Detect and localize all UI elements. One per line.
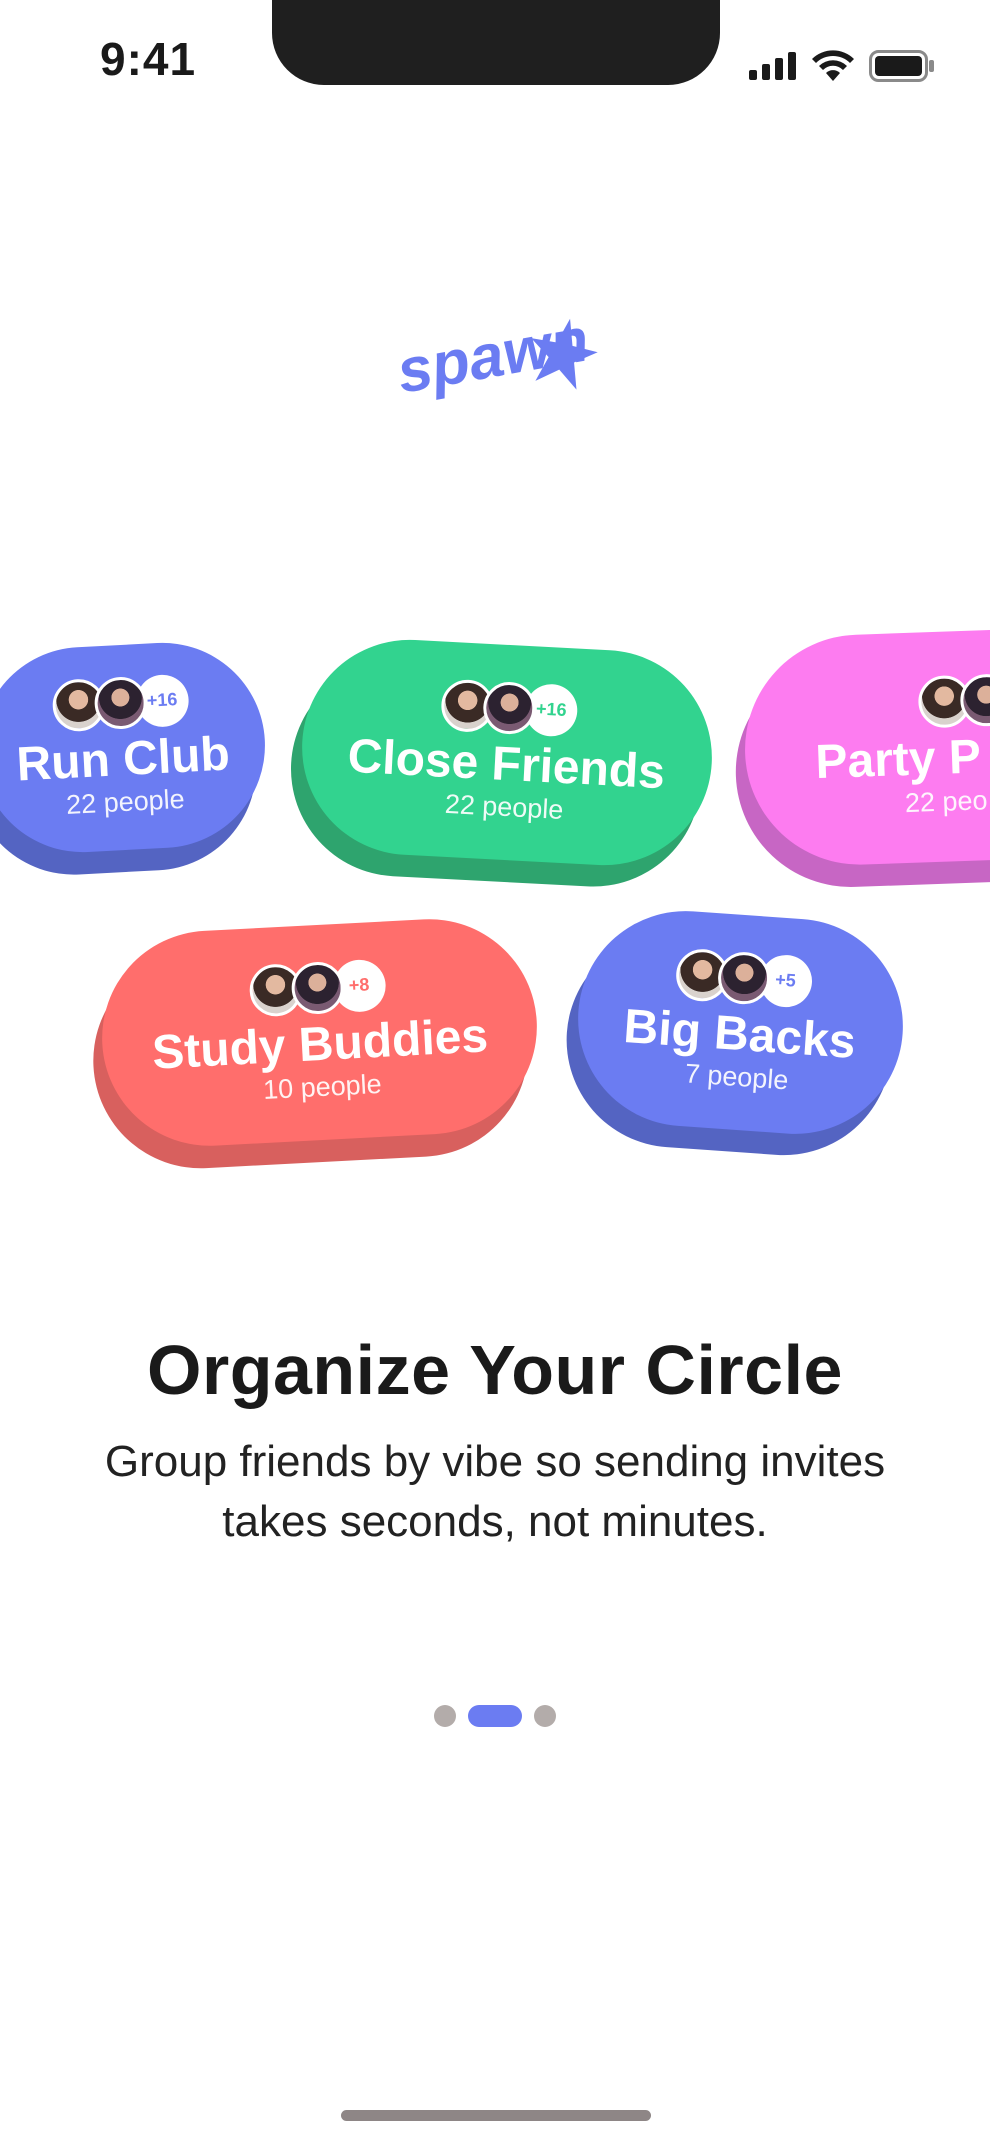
avatar-stack: +5	[673, 947, 814, 1009]
page-dot-3[interactable]	[534, 1705, 556, 1727]
group-pill-study-buddies[interactable]: +8 Study Buddies 10 people	[87, 913, 543, 1174]
device-notch	[272, 0, 720, 85]
avatar	[959, 673, 990, 728]
wifi-icon	[812, 50, 854, 81]
avatar	[289, 960, 345, 1016]
group-name: Run Club	[15, 727, 231, 792]
pill-face: +16 Close Friends 22 people	[296, 634, 718, 871]
page-dot-1[interactable]	[434, 1705, 456, 1727]
avatar	[482, 680, 537, 736]
group-pill-party[interactable]: Party P 22 peo	[731, 625, 990, 891]
cellular-signal-icon	[749, 52, 796, 80]
avatar	[715, 950, 772, 1006]
group-member-count: 22 peo	[904, 784, 988, 818]
group-pill-close-friends[interactable]: +16 Close Friends 22 people	[285, 634, 718, 893]
home-indicator[interactable]	[341, 2110, 651, 2121]
spawn-logo: spawn	[392, 300, 600, 407]
status-icons	[749, 50, 935, 82]
group-member-count: 10 people	[262, 1069, 383, 1106]
onboarding-subtitle: Group friends by vibe so sending invites…	[104, 1437, 886, 1546]
avatar-stack: +8	[247, 958, 387, 1018]
status-time: 9:41	[100, 33, 197, 85]
group-name: Party P	[814, 730, 982, 790]
group-name: Close Friends	[346, 729, 667, 800]
battery-icon	[869, 50, 934, 82]
group-pill-big-backs[interactable]: +5 Big Backs 7 people	[559, 903, 911, 1163]
pill-face: +5 Big Backs 7 people	[570, 903, 911, 1142]
group-member-count: 7 people	[683, 1058, 790, 1096]
avatar-stack	[917, 673, 990, 729]
status-bar: 9:41	[0, 0, 990, 120]
group-name: Big Backs	[622, 999, 858, 1069]
group-member-count: 22 people	[65, 784, 186, 821]
onboarding-screen: 9:41 spawn +16 Run Club 22 people +16 Cl…	[0, 0, 990, 2140]
page-indicator	[0, 1705, 990, 1727]
onboarding-title: Organize Your Circle	[147, 1331, 843, 1409]
avatar-stack: +16	[440, 678, 579, 738]
pill-face: +8 Study Buddies 10 people	[96, 913, 543, 1152]
avatar-stack: +16	[50, 673, 190, 733]
group-member-count: 22 people	[444, 789, 565, 826]
page-dot-2-active[interactable]	[468, 1705, 522, 1727]
group-pill-run-club[interactable]: +16 Run Club 22 people	[0, 637, 271, 880]
avatar	[92, 675, 148, 731]
group-name: Study Buddies	[150, 1009, 490, 1080]
